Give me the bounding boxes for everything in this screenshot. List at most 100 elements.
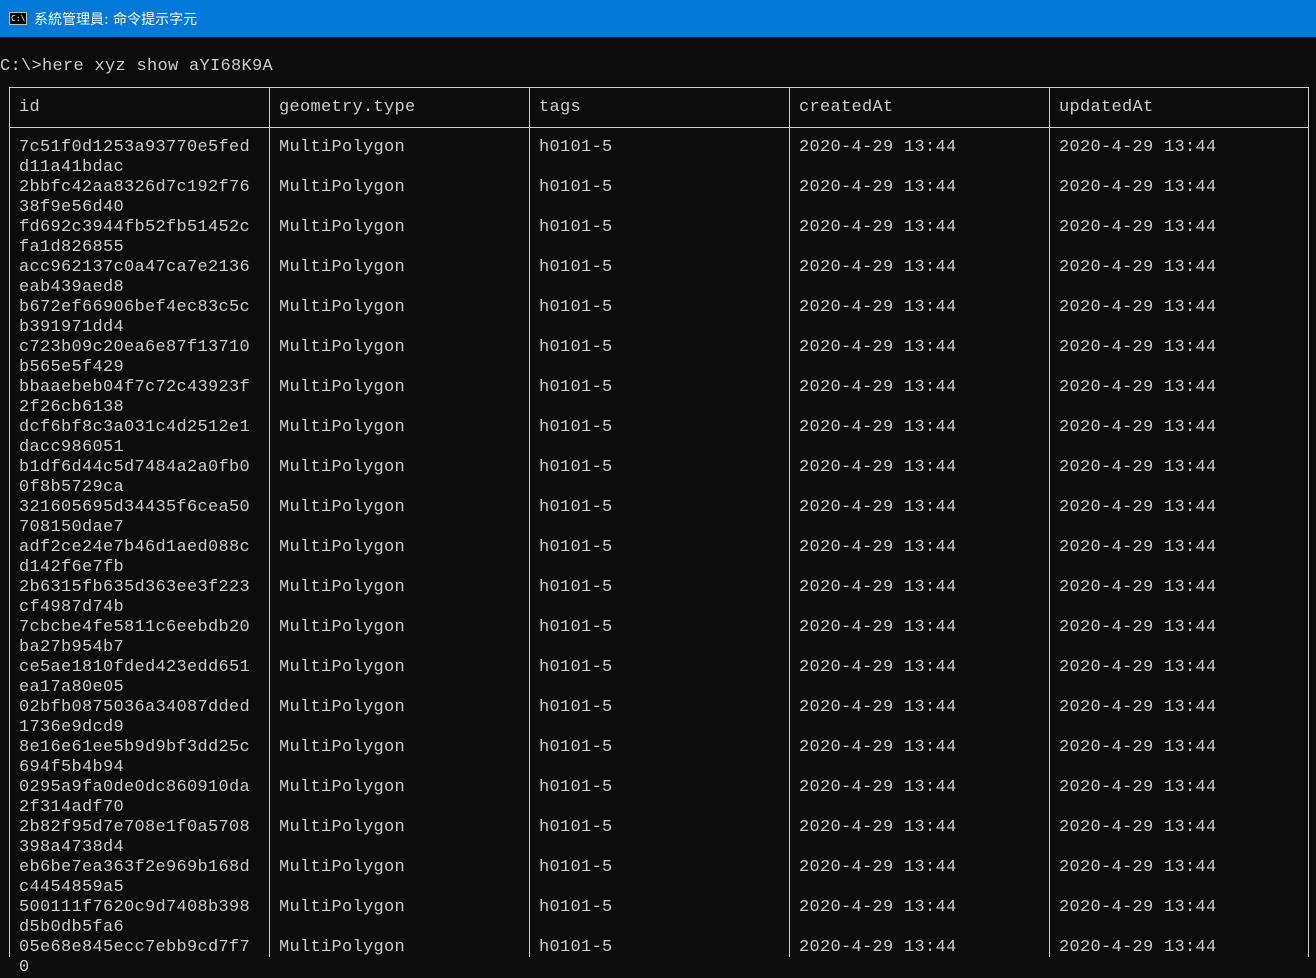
table-row: 8e16e61ee5b9d9bf3dd25c694f5b4b94 MultiPol… — [10, 738, 1308, 778]
cell-created-at: 2020-4-29 13:44 — [799, 738, 957, 757]
cell-id: 05e68e845ecc7ebb9cd7f70 — [19, 938, 251, 977]
cell-tags: h0101-5 — [539, 858, 613, 877]
cell-created-at: 2020-4-29 13:44 — [799, 418, 957, 437]
cell-created-at: 2020-4-29 13:44 — [799, 778, 957, 797]
table-row: 02bfb0875036a34087dded1736e9dcd9 MultiPol… — [10, 698, 1308, 738]
cell-tags: h0101-5 — [539, 938, 613, 957]
cell-geometry-type: MultiPolygon — [279, 218, 406, 237]
cell-tags: h0101-5 — [539, 538, 613, 557]
cell-tags: h0101-5 — [539, 298, 613, 317]
cell-geometry-type: MultiPolygon — [279, 338, 406, 357]
cell-created-at: 2020-4-29 13:44 — [799, 578, 957, 597]
cell-updated-at: 2020-4-29 13:44 — [1059, 218, 1217, 237]
cell-created-at: 2020-4-29 13:44 — [799, 898, 957, 917]
cell-tags: h0101-5 — [539, 778, 613, 797]
cell-geometry-type: MultiPolygon — [279, 818, 406, 837]
cell-id: 2b6315fb635d363ee3f223cf4987d74b — [19, 578, 251, 617]
table-row: acc962137c0a47ca7e2136eab439aed8 MultiPol… — [10, 258, 1308, 298]
cell-id: 02bfb0875036a34087dded1736e9dcd9 — [19, 698, 251, 737]
table-row: 500111f7620c9d7408b398d5b0db5fa6 MultiPol… — [10, 898, 1308, 938]
cell-id: fd692c3944fb52fb51452cfa1d826855 — [19, 218, 251, 257]
table-row: c723b09c20ea6e87f13710b565e5f429 MultiPol… — [10, 338, 1308, 378]
cell-created-at: 2020-4-29 13:44 — [799, 858, 957, 877]
cell-tags: h0101-5 — [539, 818, 613, 837]
cell-geometry-type: MultiPolygon — [279, 418, 406, 437]
cell-id: b1df6d44c5d7484a2a0fb00f8b5729ca — [19, 458, 251, 497]
cell-geometry-type: MultiPolygon — [279, 258, 406, 277]
cell-tags: h0101-5 — [539, 578, 613, 597]
cell-tags: h0101-5 — [539, 418, 613, 437]
cell-updated-at: 2020-4-29 13:44 — [1059, 858, 1217, 877]
table-row: 0295a9fa0de0dc860910da2f314adf70 MultiPol… — [10, 778, 1308, 818]
cell-created-at: 2020-4-29 13:44 — [799, 938, 957, 957]
cell-created-at: 2020-4-29 13:44 — [799, 138, 957, 157]
table-row: eb6be7ea363f2e969b168dc4454859a5 MultiPol… — [10, 858, 1308, 898]
cell-updated-at: 2020-4-29 13:44 — [1059, 818, 1217, 837]
cell-id: ce5ae1810fded423edd651ea17a80e05 — [19, 658, 251, 697]
cell-updated-at: 2020-4-29 13:44 — [1059, 418, 1217, 437]
cell-updated-at: 2020-4-29 13:44 — [1059, 458, 1217, 477]
cell-geometry-type: MultiPolygon — [279, 778, 406, 797]
cell-created-at: 2020-4-29 13:44 — [799, 178, 957, 197]
cell-updated-at: 2020-4-29 13:44 — [1059, 738, 1217, 757]
cell-id: adf2ce24e7b46d1aed088cd142f6e7fb — [19, 538, 251, 577]
column-header-tags: tags — [539, 98, 582, 117]
cell-geometry-type: MultiPolygon — [279, 298, 406, 317]
cell-updated-at: 2020-4-29 13:44 — [1059, 258, 1217, 277]
table-row: 2b82f95d7e708e1f0a5708398a4738d4 MultiPol… — [10, 818, 1308, 858]
column-header-created-at: createdAt — [799, 98, 894, 117]
cell-tags: h0101-5 — [539, 218, 613, 237]
cell-created-at: 2020-4-29 13:44 — [799, 698, 957, 717]
cell-created-at: 2020-4-29 13:44 — [799, 658, 957, 677]
cell-geometry-type: MultiPolygon — [279, 898, 406, 917]
cell-geometry-type: MultiPolygon — [279, 378, 406, 397]
cell-id: 0295a9fa0de0dc860910da2f314adf70 — [19, 778, 251, 817]
cell-updated-at: 2020-4-29 13:44 — [1059, 938, 1217, 957]
table-row: 321605695d34435f6cea50708150dae7 MultiPol… — [10, 498, 1308, 538]
cell-tags: h0101-5 — [539, 738, 613, 757]
window-title: 系統管理員: 命令提示字元 — [34, 11, 198, 28]
cell-created-at: 2020-4-29 13:44 — [799, 618, 957, 637]
cell-tags: h0101-5 — [539, 698, 613, 717]
title-bar[interactable]: C:\. 系統管理員: 命令提示字元 — [0, 0, 1316, 37]
cell-updated-at: 2020-4-29 13:44 — [1059, 298, 1217, 317]
cmd-icon: C:\. — [9, 12, 27, 25]
cell-tags: h0101-5 — [539, 338, 613, 357]
cell-geometry-type: MultiPolygon — [279, 618, 406, 637]
cell-geometry-type: MultiPolygon — [279, 658, 406, 677]
cell-updated-at: 2020-4-29 13:44 — [1059, 658, 1217, 677]
cell-created-at: 2020-4-29 13:44 — [799, 818, 957, 837]
table-row: bbaaebeb04f7c72c43923f2f26cb6138 MultiPol… — [10, 378, 1308, 418]
cell-created-at: 2020-4-29 13:44 — [799, 538, 957, 557]
cell-tags: h0101-5 — [539, 658, 613, 677]
cell-updated-at: 2020-4-29 13:44 — [1059, 578, 1217, 597]
table-row: 7cbcbe4fe5811c6eebdb20ba27b954b7 MultiPol… — [10, 618, 1308, 658]
cell-updated-at: 2020-4-29 13:44 — [1059, 338, 1217, 357]
cell-geometry-type: MultiPolygon — [279, 938, 406, 957]
cell-id: 7c51f0d1253a93770e5fedd11a41bdac — [19, 138, 251, 177]
table-row: dcf6bf8c3a031c4d2512e1dacc986051 MultiPol… — [10, 418, 1308, 458]
cell-tags: h0101-5 — [539, 498, 613, 517]
console-area[interactable]: C:\>here xyz show aYI68K9A id geometry.t… — [0, 37, 1316, 977]
cell-tags: h0101-5 — [539, 178, 613, 197]
cell-geometry-type: MultiPolygon — [279, 458, 406, 477]
cell-tags: h0101-5 — [539, 458, 613, 477]
table-row: b672ef66906bef4ec83c5cb391971dd4 MultiPol… — [10, 298, 1308, 338]
cell-geometry-type: MultiPolygon — [279, 738, 406, 757]
cell-id: 2b82f95d7e708e1f0a5708398a4738d4 — [19, 818, 251, 857]
cell-created-at: 2020-4-29 13:44 — [799, 258, 957, 277]
cell-geometry-type: MultiPolygon — [279, 178, 406, 197]
cell-tags: h0101-5 — [539, 258, 613, 277]
cell-updated-at: 2020-4-29 13:44 — [1059, 138, 1217, 157]
cell-id: acc962137c0a47ca7e2136eab439aed8 — [19, 258, 251, 297]
column-header-id: id — [19, 98, 41, 117]
cell-tags: h0101-5 — [539, 618, 613, 637]
cell-updated-at: 2020-4-29 13:44 — [1059, 618, 1217, 637]
header-divider — [10, 127, 1308, 128]
cell-tags: h0101-5 — [539, 138, 613, 157]
cell-id: eb6be7ea363f2e969b168dc4454859a5 — [19, 858, 251, 897]
cell-updated-at: 2020-4-29 13:44 — [1059, 778, 1217, 797]
cell-geometry-type: MultiPolygon — [279, 538, 406, 557]
table-row: 2bbfc42aa8326d7c192f7638f9e56d40 MultiPol… — [10, 178, 1308, 218]
cell-updated-at: 2020-4-29 13:44 — [1059, 898, 1217, 917]
